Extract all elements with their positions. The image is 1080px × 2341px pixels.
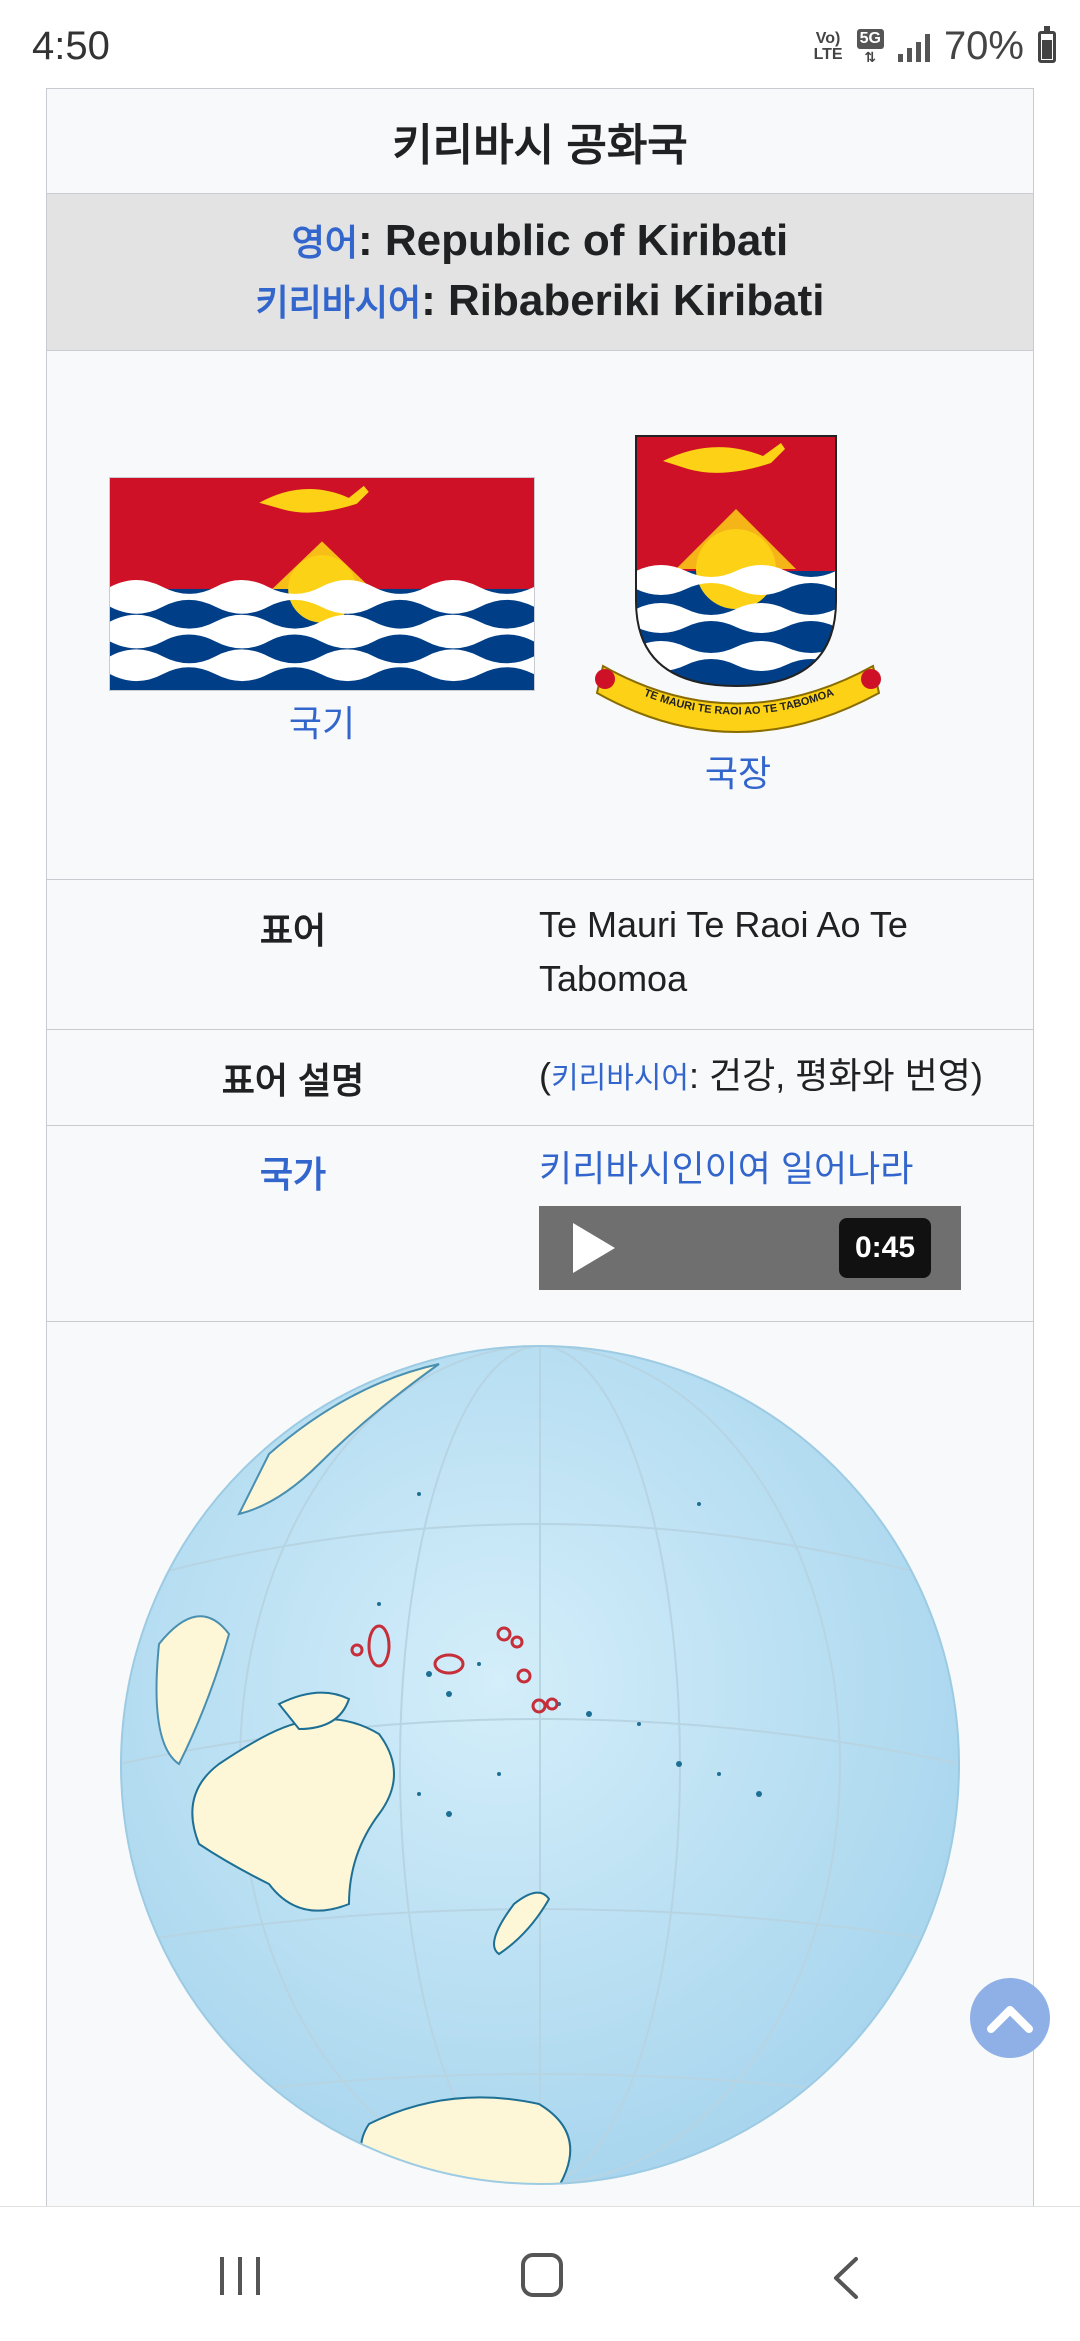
motto-label: 표어 [259, 910, 327, 951]
status-bar: 4:50 Vo) LTE 5G ⇅ 70% [0, 0, 1080, 90]
scroll-to-top-button[interactable] [970, 1978, 1050, 2058]
play-icon[interactable] [573, 1223, 615, 1273]
english-name: Republic of Kiribati [384, 216, 789, 265]
chevron-up-icon [987, 2006, 1033, 2033]
anthem-row: 국가 키리바시인이여 일어나라 0:45 [47, 1126, 1033, 1322]
battery-percent: 70% [943, 24, 1024, 68]
motto-description-row: 표어 설명 (키리바시어: 건강, 평화와 번영) [47, 1030, 1033, 1126]
flag-caption[interactable]: 국기 [109, 695, 535, 747]
kiribati-name-line: 키리바시어: Ribaberiki Kiribati [255, 272, 824, 332]
status-time: 4:50 [32, 24, 110, 68]
recent-apps-icon[interactable] [220, 2257, 260, 2295]
coat-of-arms-caption[interactable]: 국장 [593, 745, 883, 797]
national-symbols: 국기 TE MAURI TE RAOI AO TE TABOMOA 국장 [47, 351, 1033, 880]
infobox-title: 키리바시 공화국 [47, 89, 1033, 194]
coat-of-arms-image[interactable]: TE MAURI TE RAOI AO TE TABOMOA [593, 431, 883, 741]
english-language-link[interactable]: 영어 [292, 222, 358, 263]
audio-duration: 0:45 [838, 1218, 931, 1278]
volte-icon: Vo) LTE [813, 29, 843, 63]
english-colon: : [358, 216, 385, 265]
motto-description-language-link[interactable]: 키리바시어 [551, 1062, 689, 1095]
coat-of-arms-figure: TE MAURI TE RAOI AO TE TABOMOA 국장 [593, 431, 883, 797]
network-label: 5G [856, 28, 884, 49]
infobox: 키리바시 공화국 영어: Republic of Kiribati 키리바시어:… [46, 88, 1034, 2208]
volte-label-top: Vo) [815, 29, 841, 47]
volte-label-bottom: LTE [813, 45, 843, 63]
kiribati-colon: : [421, 276, 448, 325]
data-arrows-icon: ⇅ [864, 48, 877, 65]
back-icon[interactable] [828, 2255, 862, 2301]
flag-figure: 국기 [109, 477, 535, 747]
kiribati-language-link[interactable]: 키리바시어 [255, 282, 421, 323]
signal-icon [897, 32, 930, 62]
globe-map-image[interactable] [119, 1344, 961, 2186]
motto-description-label: 표어 설명 [221, 1059, 365, 1101]
anthem-link[interactable]: 키리바시인이여 일어나라 [539, 1142, 1033, 1196]
motto-description-value: (키리바시어: 건강, 평화와 번영) [539, 1049, 1033, 1106]
network-5g-icon: 5G ⇅ [856, 28, 884, 65]
kiribati-name: Ribaberiki Kiribati [447, 276, 825, 325]
motto-description-open-paren: ( [539, 1055, 551, 1096]
home-icon[interactable] [521, 2253, 563, 2297]
status-icons: Vo) LTE 5G ⇅ 70% [814, 24, 1056, 69]
english-name-line: 영어: Republic of Kiribati [292, 212, 789, 272]
audio-player[interactable]: 0:45 [539, 1206, 961, 1290]
battery-icon [1038, 25, 1056, 63]
native-names: 영어: Republic of Kiribati 키리바시어: Ribaberi… [47, 194, 1033, 351]
motto-row: 표어 Te Mauri Te Raoi Ao Te Tabomoa [47, 880, 1033, 1030]
anthem-label-link[interactable]: 국가 [47, 1126, 539, 1321]
motto-value: Te Mauri Te Raoi Ao Te Tabomoa [539, 904, 908, 999]
location-map [47, 1322, 1033, 2222]
anthem-value: 키리바시인이여 일어나라 0:45 [539, 1126, 1033, 1321]
motto-description-text: : 건강, 평화와 번영) [689, 1055, 983, 1096]
system-nav-bar [0, 2206, 1080, 2341]
flag-image[interactable] [109, 477, 535, 691]
